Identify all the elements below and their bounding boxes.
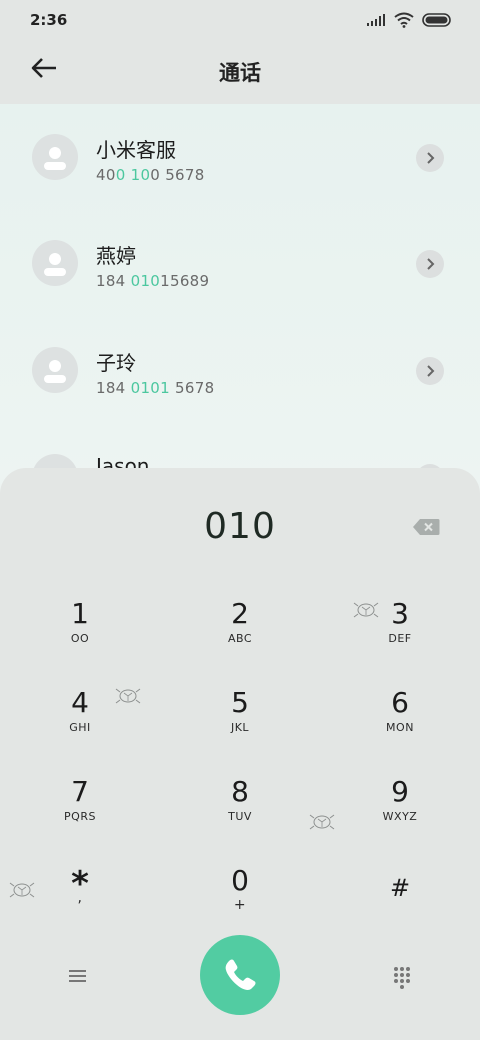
key-digit: # — [389, 874, 411, 902]
key-letters: MON — [386, 721, 414, 734]
call-button[interactable] — [200, 935, 280, 1015]
key-digit: 0 — [231, 864, 249, 897]
key-letters: WXYZ — [382, 810, 418, 823]
key-8[interactable]: 8 TUV — [180, 776, 300, 848]
person-icon — [32, 347, 78, 393]
dialpad-sheet: 010 1 OO 2 ABC 3 DEF 4 GHI 5 JKL 6 MON 7… — [0, 468, 480, 1040]
contact-number: 184 0101 5678 — [96, 379, 215, 397]
contact-name: 燕婷 — [96, 244, 136, 268]
turtle-doodle-icon — [9, 882, 35, 898]
turtle-doodle-icon — [115, 688, 141, 704]
dialpad-grid-icon[interactable] — [388, 962, 416, 990]
contact-row[interactable]: 燕婷 184 01015689 — [0, 210, 480, 316]
key-letters: DEF — [388, 632, 412, 645]
key-digit: 7 — [71, 775, 89, 808]
signal-icon — [367, 14, 385, 26]
status-time: 2:36 — [30, 11, 68, 29]
contact-number: 400 100 5678 — [96, 166, 205, 184]
contact-number: 184 01015689 — [96, 272, 210, 290]
key-5[interactable]: 5 JKL — [180, 687, 300, 759]
contact-list: 小米客服 400 100 5678 燕婷 184 01015689 子玲 184… — [0, 104, 480, 484]
status-icons — [366, 12, 452, 28]
key-0[interactable]: 0 + — [180, 865, 300, 937]
phone-icon — [225, 959, 256, 990]
contact-row[interactable]: 小米客服 400 100 5678 — [0, 104, 480, 210]
key-digit: 6 — [391, 686, 409, 719]
key-letters: , — [77, 890, 83, 906]
person-icon — [32, 240, 78, 286]
backspace-icon[interactable] — [412, 518, 440, 536]
key-letters: TUV — [228, 810, 252, 823]
contact-row[interactable]: 子玲 184 0101 5678 — [0, 317, 480, 423]
key-digit: 8 — [231, 775, 249, 808]
key-star[interactable]: * , — [20, 867, 140, 940]
key-7[interactable]: 7 PQRS — [20, 776, 140, 848]
status-bar: 2:36 — [0, 0, 480, 40]
key-2[interactable]: 2 ABC — [180, 598, 300, 670]
dialed-number: 010 — [204, 506, 276, 547]
chevron-right-icon[interactable] — [416, 144, 444, 172]
chevron-right-icon[interactable] — [416, 357, 444, 385]
key-digit: 2 — [231, 597, 249, 630]
page-title: 通话 — [219, 61, 261, 85]
key-1[interactable]: 1 OO — [20, 598, 140, 670]
key-digit: 9 — [391, 775, 409, 808]
key-letters: + — [233, 897, 247, 913]
contact-name: 小米客服 — [96, 138, 176, 162]
key-digit: 1 — [71, 597, 89, 630]
turtle-doodle-icon — [353, 602, 379, 618]
turtle-doodle-icon — [309, 814, 335, 830]
key-letters: OO — [70, 632, 90, 645]
battery-icon — [422, 13, 451, 27]
key-letters: ABC — [227, 632, 253, 645]
app-header: 通话 — [0, 40, 480, 104]
key-9[interactable]: 9 WXYZ — [340, 776, 460, 848]
key-letters: PQRS — [64, 810, 96, 823]
key-hash[interactable]: # — [340, 872, 460, 944]
key-letters: JKL — [230, 721, 250, 734]
key-6[interactable]: 6 MON — [340, 687, 460, 759]
key-letters: GHI — [69, 721, 91, 734]
wifi-icon — [394, 12, 414, 28]
menu-icon[interactable] — [64, 962, 92, 990]
key-digit: 5 — [231, 686, 249, 719]
contact-name: 子玲 — [96, 351, 136, 375]
chevron-right-icon[interactable] — [416, 250, 444, 278]
person-icon — [32, 134, 78, 180]
